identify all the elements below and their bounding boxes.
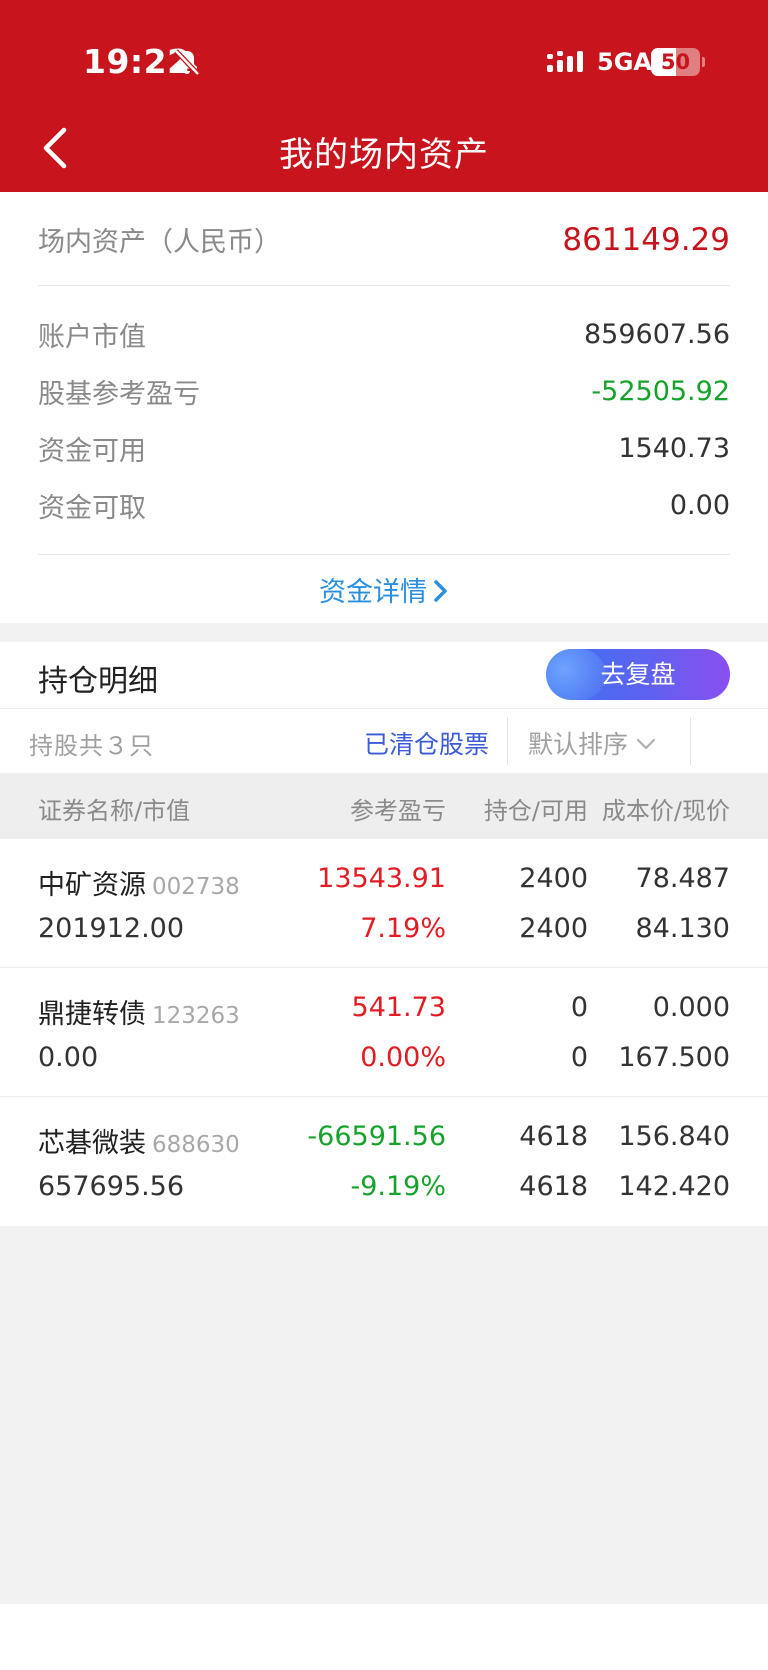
total-assets-value: 861149.29: [562, 221, 730, 258]
signal-icon: [547, 51, 583, 72]
chevron-right-icon: [434, 580, 447, 602]
stock-code: 123263: [152, 1003, 240, 1029]
total-assets-row: 场内资产（人民币） 861149.29: [38, 220, 730, 259]
cost-price: 78.487: [635, 863, 730, 894]
available-qty: 4618: [519, 1171, 588, 1202]
summary-label: 资金可用: [38, 436, 146, 467]
current-price: 167.500: [618, 1042, 730, 1073]
cost-price: 156.840: [618, 1121, 730, 1152]
summary-value: -52505.92: [591, 376, 730, 407]
divider: [38, 285, 730, 286]
column-name: 证券名称/市值: [38, 797, 191, 825]
holding-row[interactable]: 中矿资源 002738 201912.00 13543.91 7.19% 2400…: [0, 839, 768, 968]
summary-value: 859607.56: [583, 319, 730, 350]
battery-icon: 50: [651, 48, 700, 76]
battery-level: 50: [660, 50, 691, 74]
pnl-percent: 0.00%: [360, 1042, 446, 1073]
position-qty: 2400: [519, 863, 588, 894]
divider: [507, 717, 508, 765]
pnl-value: -66591.56: [307, 1121, 446, 1152]
fund-details-link[interactable]: 资金详情: [0, 570, 768, 609]
summary-row-withdrawable: 资金可取 0.00: [38, 486, 730, 525]
summary-label: 账户市值: [38, 322, 146, 353]
divider: [690, 717, 691, 765]
fund-details-label: 资金详情: [319, 577, 427, 608]
summary-row-pnl: 股基参考盈亏 -52505.92: [38, 372, 730, 411]
stock-name: 芯碁微装: [38, 1128, 146, 1159]
available-qty: 2400: [519, 913, 588, 944]
battery-tip: [702, 57, 705, 67]
current-price: 142.420: [618, 1171, 730, 1202]
asset-summary-card: 场内资产（人民币） 861149.29 账户市值 859607.56 股基参考盈…: [0, 192, 768, 623]
holdings-column-header: 证券名称/市值 参考盈亏 持仓/可用 成本价/现价: [0, 773, 768, 839]
stock-code: 688630: [152, 1132, 240, 1158]
column-price: 成本价/现价: [601, 797, 730, 825]
pnl-value: 13543.91: [317, 863, 446, 894]
holdings-count: 持股共３只: [29, 732, 154, 760]
available-qty: 0: [570, 1042, 588, 1073]
holdings-title: 持仓明细: [38, 664, 158, 699]
holding-row[interactable]: 鼎捷转债 123263 0.00 541.73 0.00% 0 0 0.000 1…: [0, 968, 768, 1097]
position-qty: 4618: [519, 1121, 588, 1152]
market-value: 0.00: [38, 1042, 99, 1073]
holdings-filter-bar: 持股共３只 已清仓股票 默认排序: [0, 708, 768, 773]
summary-value: 1540.73: [618, 433, 730, 464]
stock-name: 鼎捷转债: [38, 999, 146, 1030]
page-title: 我的场内资产: [279, 135, 489, 175]
header-bar: 19:22 5GA 50 我的场内资产: [0, 0, 768, 192]
stock-name-cell: 芯碁微装 688630: [38, 1121, 240, 1160]
market-value: 201912.00: [38, 913, 185, 944]
bell-muted-icon: [174, 49, 200, 76]
summary-row-market-value: 账户市值 859607.56: [38, 315, 730, 354]
stock-code: 002738: [152, 874, 240, 900]
review-button[interactable]: 去复盘: [546, 649, 730, 700]
summary-row-available-funds: 资金可用 1540.73: [38, 429, 730, 468]
summary-value: 0.00: [669, 490, 730, 521]
column-pnl: 参考盈亏: [350, 797, 446, 825]
sort-dropdown[interactable]: 默认排序: [528, 725, 656, 761]
summary-label: 股基参考盈亏: [38, 379, 200, 410]
divider: [38, 554, 730, 555]
current-price: 84.130: [635, 913, 730, 944]
cost-price: 0.000: [652, 992, 730, 1023]
chevron-down-icon: [636, 738, 656, 750]
bottom-safe-area: [0, 1604, 768, 1670]
stock-name: 中矿资源: [38, 870, 146, 901]
stock-name-cell: 鼎捷转债 123263: [38, 992, 240, 1031]
holdings-list: 中矿资源 002738 201912.00 13543.91 7.19% 2400…: [0, 839, 768, 1226]
total-assets-label: 场内资产（人民币）: [38, 227, 281, 258]
summary-label: 资金可取: [38, 493, 146, 524]
review-button-label: 去复盘: [600, 660, 676, 689]
pnl-percent: -9.19%: [350, 1171, 446, 1202]
stock-name-cell: 中矿资源 002738: [38, 863, 240, 902]
pnl-value: 541.73: [351, 992, 446, 1023]
review-button-glow: [546, 649, 606, 700]
position-qty: 0: [570, 992, 588, 1023]
network-type: 5GA: [597, 48, 652, 76]
sort-label: 默认排序: [528, 730, 629, 759]
holding-row[interactable]: 芯碁微装 688630 657695.56 -66591.56 -9.19% 46…: [0, 1097, 768, 1226]
market-value: 657695.56: [38, 1171, 185, 1202]
cleared-stocks-link[interactable]: 已清仓股票: [364, 725, 489, 761]
pnl-percent: 7.19%: [360, 913, 446, 944]
column-position: 持仓/可用: [483, 797, 588, 825]
